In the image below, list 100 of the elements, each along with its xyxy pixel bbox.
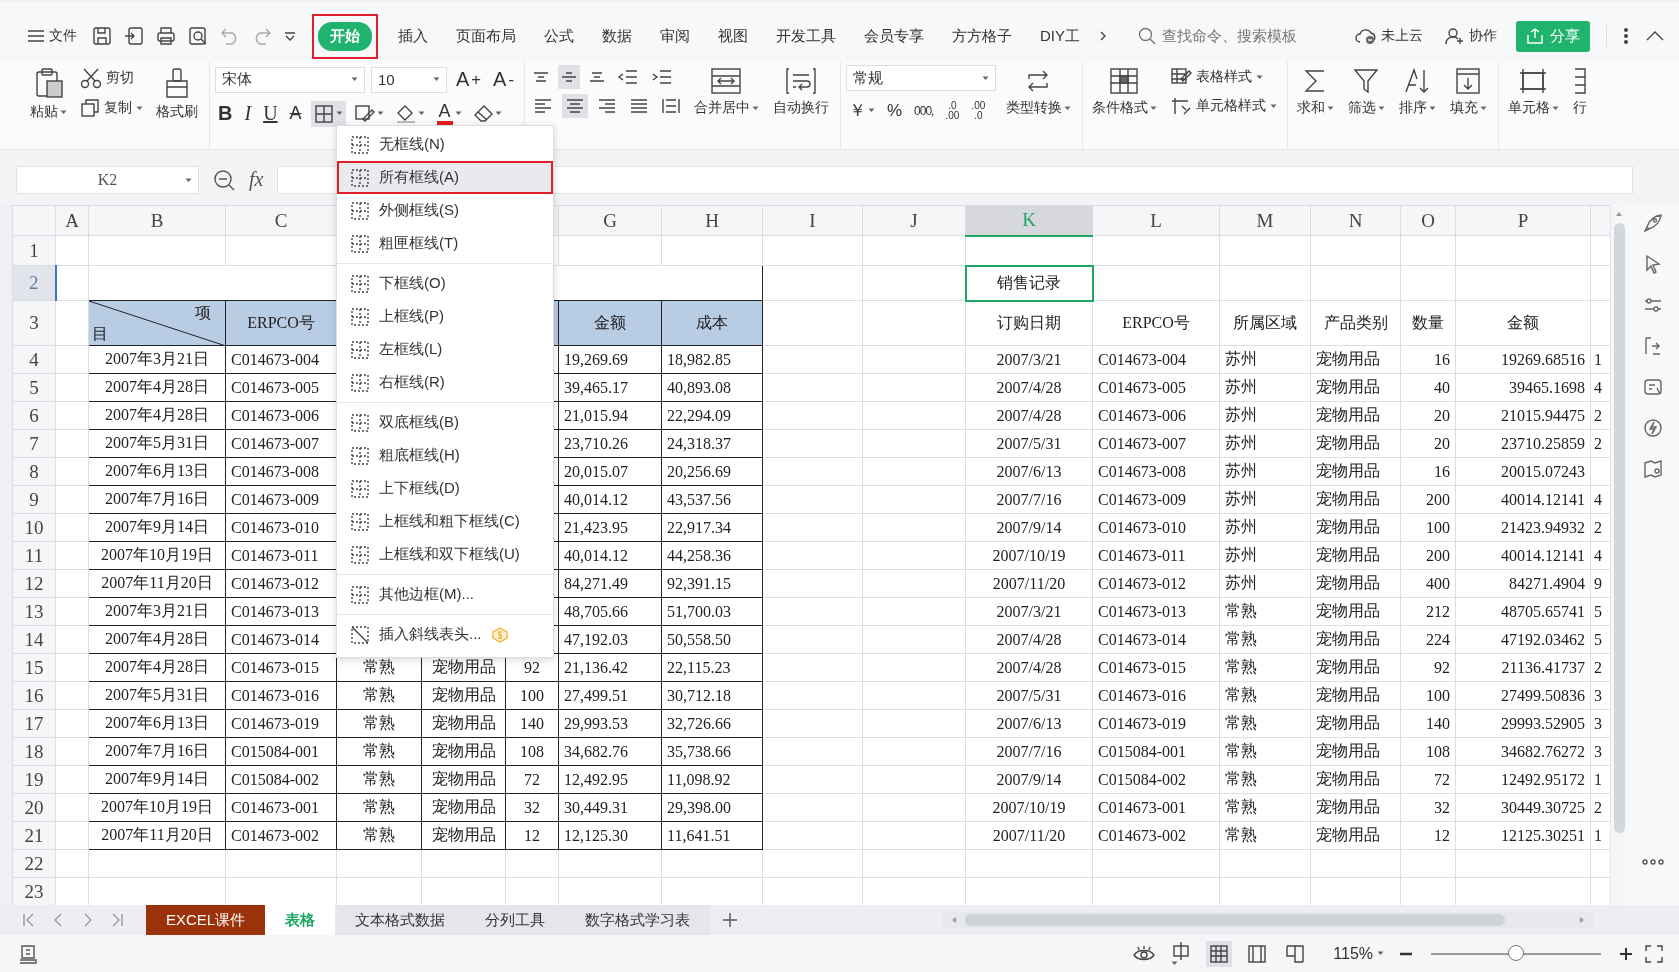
column-header[interactable]: O	[1400, 205, 1456, 236]
ribbon-tab[interactable]: 数据	[588, 22, 646, 50]
row-header[interactable]: 18	[12, 737, 56, 766]
row-header[interactable]: 20	[12, 793, 56, 822]
ribbon-tab[interactable]: 审阅	[646, 22, 704, 50]
align-button[interactable]	[561, 94, 588, 118]
row-header[interactable]: 5	[12, 373, 56, 402]
collaborate-button[interactable]: 协作	[1442, 25, 1500, 47]
menu-item[interactable]: 所有框线(A)	[337, 161, 553, 194]
lightning-icon[interactable]	[1643, 418, 1663, 438]
zoom-in-icon[interactable]	[1619, 946, 1633, 961]
menu-item[interactable]: 其他边框(M)...	[337, 578, 553, 611]
merge-center-button[interactable]: 合并居中	[689, 65, 763, 119]
menu-item[interactable]: 右框线(R)	[337, 366, 553, 399]
sheet-tab[interactable]: EXCEL课件	[146, 905, 266, 935]
format-painter-button[interactable]: 格式刷	[152, 65, 202, 123]
increase-decimal-button[interactable]: .0 .00	[942, 97, 963, 124]
italic-button[interactable]: I	[241, 99, 255, 128]
table-style-button[interactable]: 表格样式	[1166, 65, 1280, 89]
add-sheet-button[interactable]	[722, 912, 739, 928]
row-header[interactable]: 6	[12, 401, 56, 430]
menu-item[interactable]: 粗底框线(H)	[337, 439, 553, 472]
row-header[interactable]: 14	[12, 625, 56, 654]
scrollbar-thumb[interactable]	[1613, 223, 1625, 833]
sort-button[interactable]: 排序	[1394, 65, 1440, 119]
column-header[interactable]: B	[88, 205, 226, 236]
menu-item[interactable]: 上框线和双下框线(U)	[337, 538, 553, 571]
copy-button[interactable]: 复制	[77, 96, 146, 120]
file-menu-button[interactable]: 文件	[24, 25, 80, 47]
ribbon-tab[interactable]: 会员专享	[850, 22, 938, 50]
column-header[interactable]: G	[558, 205, 662, 236]
font-name-field[interactable]: 宋体	[215, 66, 365, 93]
first-sheet-icon[interactable]	[22, 913, 34, 927]
cut-button[interactable]: 剪切	[77, 65, 146, 91]
zoom-level-button[interactable]: 115%	[1330, 942, 1387, 965]
cursor-icon[interactable]	[1643, 254, 1663, 274]
table-title[interactable]: 销售记录	[965, 265, 1093, 301]
collapse-icon[interactable]	[1645, 30, 1665, 42]
search-field[interactable]: 查找命令、搜索模板	[1138, 26, 1297, 46]
row-header[interactable]: 4	[12, 345, 56, 374]
dropdown-icon[interactable]	[284, 31, 296, 41]
row-header[interactable]: 1	[12, 235, 56, 266]
row-header[interactable]: 12	[12, 569, 56, 598]
row-header[interactable]: 7	[12, 429, 56, 458]
paste-button[interactable]: 粘贴	[26, 65, 71, 123]
row-header[interactable]: 15	[12, 653, 56, 682]
font-color-button[interactable]: A	[433, 99, 465, 128]
ribbon-tab[interactable]: 视图	[704, 22, 762, 50]
number-format-field[interactable]: 常规	[845, 65, 996, 91]
row-header[interactable]: 21	[12, 821, 56, 850]
menu-item[interactable]: 上框线和粗下框线(C)	[337, 505, 553, 538]
column-header[interactable]: C	[225, 205, 337, 236]
strike-button[interactable]: A	[286, 100, 305, 127]
borders-button[interactable]	[310, 100, 346, 127]
sliders-icon[interactable]	[1643, 295, 1663, 315]
fill-button[interactable]: 填充	[1445, 65, 1491, 119]
column-header[interactable]: A	[55, 205, 89, 236]
view-mode-button[interactable]	[1206, 940, 1233, 967]
column-header[interactable]: J	[862, 205, 966, 236]
previous-sheet-icon[interactable]	[52, 913, 64, 927]
row-header[interactable]: 17	[12, 709, 56, 738]
arrange-icon[interactable]	[1643, 336, 1663, 356]
sheet-tab[interactable]: 文本格式数据	[335, 905, 466, 935]
percent-button[interactable]: %	[883, 97, 906, 124]
row-header[interactable]: 13	[12, 597, 56, 626]
menu-item[interactable]: 插入斜线表头...	[337, 618, 553, 651]
eye-icon[interactable]	[1132, 944, 1157, 963]
cloud-status-button[interactable]: 未上云	[1352, 25, 1426, 47]
column-header[interactable]: P	[1455, 205, 1591, 236]
menu-item[interactable]: 上下框线(D)	[337, 472, 553, 505]
rows-columns-button[interactable]: 行	[1568, 65, 1591, 119]
menu-item[interactable]: 外侧框线(S)	[337, 194, 553, 227]
bold-button[interactable]: B	[215, 99, 236, 128]
decrease-decimal-button[interactable]: .00 .0	[968, 97, 989, 124]
wrap-text-button[interactable]: 自动换行	[768, 65, 833, 119]
print-preview-icon[interactable]	[188, 26, 208, 46]
row-header[interactable]: 22	[12, 849, 56, 878]
next-sheet-icon[interactable]	[82, 913, 94, 927]
column-header[interactable]: H	[661, 205, 763, 236]
ribbon-tab[interactable]: 开发工具	[762, 22, 850, 50]
export-icon[interactable]	[124, 26, 144, 46]
underline-button[interactable]: U	[260, 99, 281, 128]
ribbon-tab[interactable]: 页面布局	[442, 22, 530, 50]
last-sheet-icon[interactable]	[112, 913, 124, 927]
align-button[interactable]	[557, 65, 580, 89]
filter-button[interactable]: 筛选	[1343, 65, 1389, 119]
more-icon[interactable]	[1642, 859, 1664, 865]
row-header[interactable]: 8	[12, 457, 56, 486]
ribbon-tab[interactable]: 方方格子	[938, 22, 1026, 50]
name-box[interactable]: K2	[16, 165, 199, 194]
thousands-button[interactable]: 000,	[911, 98, 937, 123]
row-header[interactable]: 3	[12, 300, 56, 346]
row-header[interactable]: 10	[12, 513, 56, 542]
function-label[interactable]: fx	[249, 168, 264, 191]
sum-button[interactable]: 求和	[1292, 65, 1338, 119]
font-size-field[interactable]: 10	[371, 66, 447, 93]
zoom-out-icon[interactable]	[1399, 951, 1413, 956]
ribbon-tab[interactable]: 插入	[384, 22, 442, 50]
column-header[interactable]: M	[1219, 205, 1311, 236]
currency-button[interactable]: ￥	[845, 96, 878, 125]
